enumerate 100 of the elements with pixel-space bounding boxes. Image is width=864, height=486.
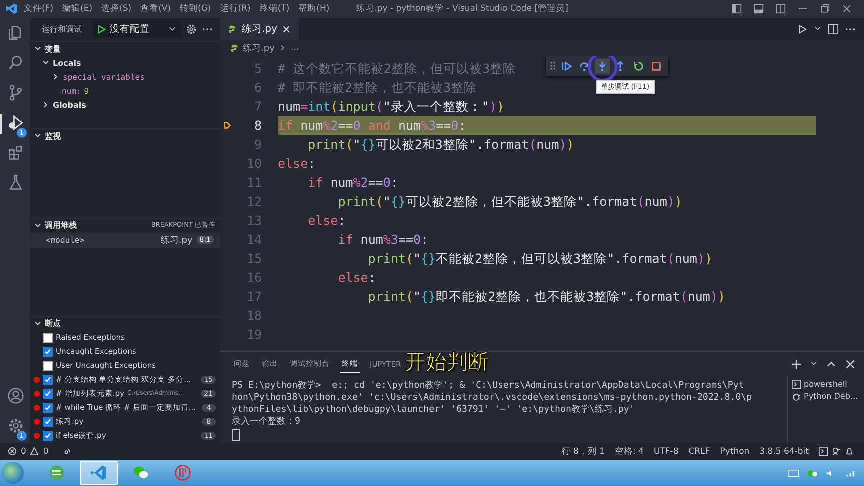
editor-tab[interactable]: 练习.py <box>220 18 300 40</box>
continue-icon[interactable] <box>561 60 572 72</box>
feedback-icon[interactable] <box>832 447 841 456</box>
step-out-icon[interactable] <box>615 60 626 72</box>
checkbox[interactable] <box>43 430 53 441</box>
add-icon[interactable] <box>791 358 802 370</box>
breadcrumb-item[interactable]: ... <box>290 43 300 53</box>
keyboard-icon[interactable] <box>788 468 799 478</box>
menu-item[interactable]: 选择(S) <box>102 3 132 15</box>
warning-count[interactable]: 0 <box>43 446 49 456</box>
terminal-line: ythonFiles\lib\python\debugpy\launcher' '63791' '—' 'e:\python教学\练习.py' <box>232 404 636 416</box>
code-line: # 这个数它不能被2整除，但可以被3整除 <box>278 60 516 78</box>
close-icon[interactable] <box>842 4 852 14</box>
browser-icon[interactable] <box>48 464 66 482</box>
checkbox[interactable] <box>43 374 53 385</box>
menu-item[interactable]: 查看(V) <box>140 3 172 15</box>
account-icon[interactable] <box>7 387 25 405</box>
chevron-down-icon[interactable] <box>810 360 818 368</box>
terminal-session[interactable]: Python Deb... <box>792 392 864 401</box>
split-editor-icon[interactable] <box>828 24 839 34</box>
branch-icon[interactable] <box>7 84 25 102</box>
checkbox[interactable] <box>43 416 53 427</box>
search-icon[interactable] <box>7 54 25 72</box>
menu-item[interactable]: 文件(F) <box>24 3 54 15</box>
chevron-down-icon <box>34 320 42 328</box>
checkbox[interactable] <box>43 346 53 357</box>
flask-icon[interactable] <box>7 174 25 192</box>
signal-icon[interactable] <box>845 468 856 478</box>
status-item[interactable]: CRLF <box>688 446 710 456</box>
bell-icon[interactable] <box>845 447 854 456</box>
line-number: 15 <box>246 251 263 266</box>
menu-item[interactable]: 终端(T) <box>260 3 290 15</box>
line-number: 8 <box>253 118 263 133</box>
code-line: # 即不能被2整除，也不能被3整除 <box>278 79 478 97</box>
chevron-right-icon <box>278 44 287 52</box>
section-header[interactable]: 变量 <box>30 42 220 56</box>
error-icon[interactable] <box>8 447 17 456</box>
checkbox[interactable] <box>43 388 53 399</box>
variable-group-row[interactable]: special variables <box>30 70 220 84</box>
step-over-icon[interactable] <box>579 60 590 72</box>
restore-icon[interactable] <box>820 4 830 14</box>
step-into-icon[interactable] <box>597 60 608 72</box>
breakpoint-dot-icon <box>34 432 40 439</box>
terminal-icon <box>792 380 801 389</box>
split-icon[interactable] <box>776 4 786 14</box>
status-item[interactable]: 3.8.5 64-bit <box>760 446 809 456</box>
section-header[interactable]: 断点 <box>30 316 220 331</box>
layout-icon[interactable] <box>732 4 742 14</box>
run-icon[interactable] <box>797 24 808 34</box>
menu-item[interactable]: 运行(R) <box>220 3 251 15</box>
checkbox[interactable] <box>43 360 53 371</box>
broadcast-icon[interactable] <box>62 447 72 456</box>
current-line-arrow-icon <box>222 121 232 130</box>
status-item[interactable]: Python <box>720 446 750 456</box>
configuration-dropdown[interactable]: 没有配置 <box>93 21 181 38</box>
panel-icon[interactable] <box>754 4 764 14</box>
chevron-down-icon[interactable] <box>814 25 822 33</box>
drag-handle-icon[interactable] <box>550 61 556 71</box>
menu-item[interactable]: 编辑(E) <box>62 3 93 15</box>
scope-row[interactable]: Locals <box>30 56 220 70</box>
error-count[interactable]: 0 <box>21 446 26 456</box>
restart-icon[interactable] <box>633 60 644 72</box>
line-number: 12 <box>246 194 263 209</box>
sidebar-title: 运行和调试 <box>42 24 82 36</box>
status-item[interactable]: UTF-8 <box>654 446 679 456</box>
section-header[interactable]: 监视 <box>30 129 220 144</box>
chat-bubbles-icon[interactable] <box>807 468 818 478</box>
section-title: 变量 <box>45 44 61 55</box>
code-line: print("{}可以被2和3整除".format(num)) <box>307 136 574 154</box>
scope-row[interactable]: Globals <box>30 98 220 112</box>
play-icon[interactable] <box>97 25 106 34</box>
breakpoint-dot-icon <box>34 376 40 383</box>
code-line: print("{}即不能被2整除，也不能被3整除".format(num)) <box>367 288 726 306</box>
checkbox[interactable] <box>43 402 53 413</box>
warning-icon[interactable] <box>30 447 40 456</box>
checkbox[interactable] <box>43 332 53 343</box>
line-number: 16 <box>246 270 263 285</box>
line-number: 11 <box>246 175 263 190</box>
breakpoint-dot-icon <box>34 404 40 411</box>
section-title: 调用堆栈 <box>45 220 77 232</box>
code-line: print("{}可以被2整除，但不能被3整除".format(num)) <box>337 193 682 211</box>
settings-icon[interactable] <box>186 24 197 36</box>
terminal-icon[interactable] <box>819 447 828 456</box>
status-item[interactable]: 行 8，列 1 <box>562 446 605 458</box>
menu-item[interactable]: 转到(G) <box>180 3 212 15</box>
status-item[interactable]: 空格: 4 <box>614 446 644 458</box>
menu-item[interactable]: 帮助(H) <box>298 3 330 15</box>
vscode-logo-icon <box>6 3 18 15</box>
section-title: 断点 <box>45 318 61 330</box>
stop-icon[interactable] <box>651 60 662 72</box>
terminal-session[interactable]: powershell <box>792 380 864 389</box>
start-button[interactable] <box>2 462 24 484</box>
section-header[interactable]: 调用堆栈 <box>30 218 77 233</box>
python-file-icon <box>228 24 237 34</box>
extensions-icon[interactable] <box>7 144 25 162</box>
close-icon[interactable] <box>845 358 856 370</box>
line-number: 9 <box>253 137 263 152</box>
variable-name: num: <box>62 86 82 96</box>
breadcrumb-item[interactable]: 练习.py <box>243 42 275 54</box>
line-number: 13 <box>246 213 263 228</box>
